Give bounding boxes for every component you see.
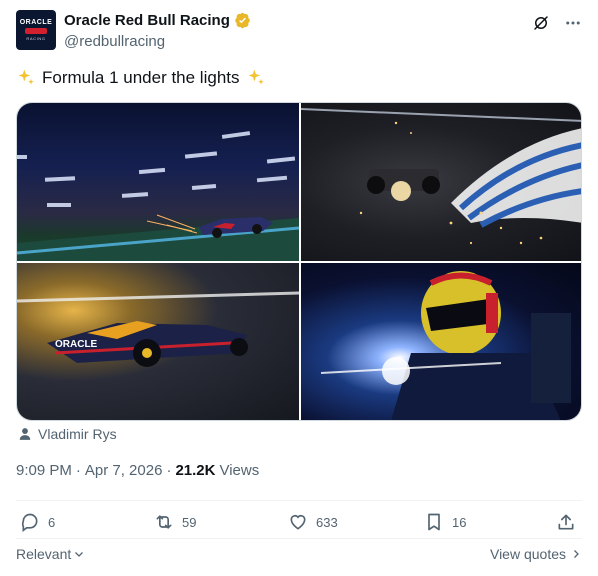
handle[interactable]: @redbullracing [64, 33, 165, 50]
photo-illustration [17, 131, 299, 261]
tweet-time[interactable]: 9:09 PM [16, 462, 72, 479]
photo-night-track-panning[interactable] [17, 103, 299, 261]
repost-count: 59 [182, 514, 197, 530]
tweet-date[interactable]: Apr 7, 2026 [85, 462, 163, 479]
meta-separator: · [75, 462, 81, 479]
tweet-body: Formula 1 under the lights [42, 68, 240, 87]
photo-car-profile[interactable]: ORACLE [17, 263, 299, 420]
top-icons [532, 14, 582, 32]
chevron-down-icon [75, 552, 84, 557]
photo-illustration [301, 108, 581, 245]
person-icon [19, 428, 31, 440]
bookmark-button[interactable]: 16 [424, 512, 466, 532]
photo-sparks-corner[interactable] [301, 103, 581, 261]
bookmark-icon [428, 513, 440, 531]
verified-badge-icon[interactable] [234, 12, 251, 29]
reply-icon [21, 513, 38, 532]
views-label: Views [219, 462, 260, 479]
avatar[interactable]: ORACLE RACING [16, 10, 56, 50]
tweet-meta: 9:09 PM · Apr 7, 2026 · 21.2K Views [16, 462, 259, 479]
tweet-footer: Relevant View quotes [16, 546, 582, 566]
view-quotes-link[interactable]: View quotes [490, 546, 582, 562]
photo-illustration: ORACLE [17, 291, 299, 367]
tweet-text: Formula 1 under the lights [16, 66, 266, 90]
tweet-header: ORACLE RACING Oracle Red Bull Racing @re… [16, 10, 582, 54]
media-grid: ORACLE [16, 102, 582, 421]
chevron-right-icon [574, 550, 579, 558]
heart-icon [290, 514, 306, 530]
divider [16, 500, 582, 501]
name-row: Oracle Red Bull Racing [64, 12, 251, 29]
view-quotes-label: View quotes [489, 546, 566, 562]
views-count: 21.2K [175, 462, 216, 479]
photo-driver-helmet[interactable] [301, 263, 581, 420]
photo-illustration [320, 271, 571, 420]
avatar-sub-text: RACING [26, 36, 46, 41]
sort-label: Relevant [16, 546, 72, 562]
sparkles-icon [18, 69, 34, 85]
share-button[interactable] [556, 512, 576, 532]
like-count: 633 [316, 514, 338, 530]
reply-button[interactable]: 6 [20, 512, 55, 532]
repost-button[interactable]: 59 [154, 512, 196, 532]
avatar-brand-text: ORACLE [19, 19, 53, 26]
like-button[interactable]: 633 [288, 512, 338, 532]
bookmark-count: 16 [452, 514, 467, 530]
grok-icon[interactable] [532, 14, 550, 32]
sparkles-icon [248, 69, 264, 85]
photo-credit-name: Vladimir Rys [38, 426, 117, 442]
display-name[interactable]: Oracle Red Bull Racing [64, 12, 230, 29]
divider [16, 538, 582, 539]
more-options-icon[interactable] [564, 14, 582, 32]
repost-icon [156, 515, 172, 529]
media-logo: ORACLE [55, 339, 98, 350]
sort-dropdown[interactable]: Relevant [16, 546, 85, 562]
share-icon [558, 514, 574, 530]
reply-count: 6 [48, 514, 56, 530]
photo-credit[interactable]: Vladimir Rys [18, 426, 117, 442]
avatar-bull-mark [25, 28, 47, 34]
action-bar: 6 59 633 16 [16, 512, 582, 536]
meta-separator: · [166, 462, 172, 479]
